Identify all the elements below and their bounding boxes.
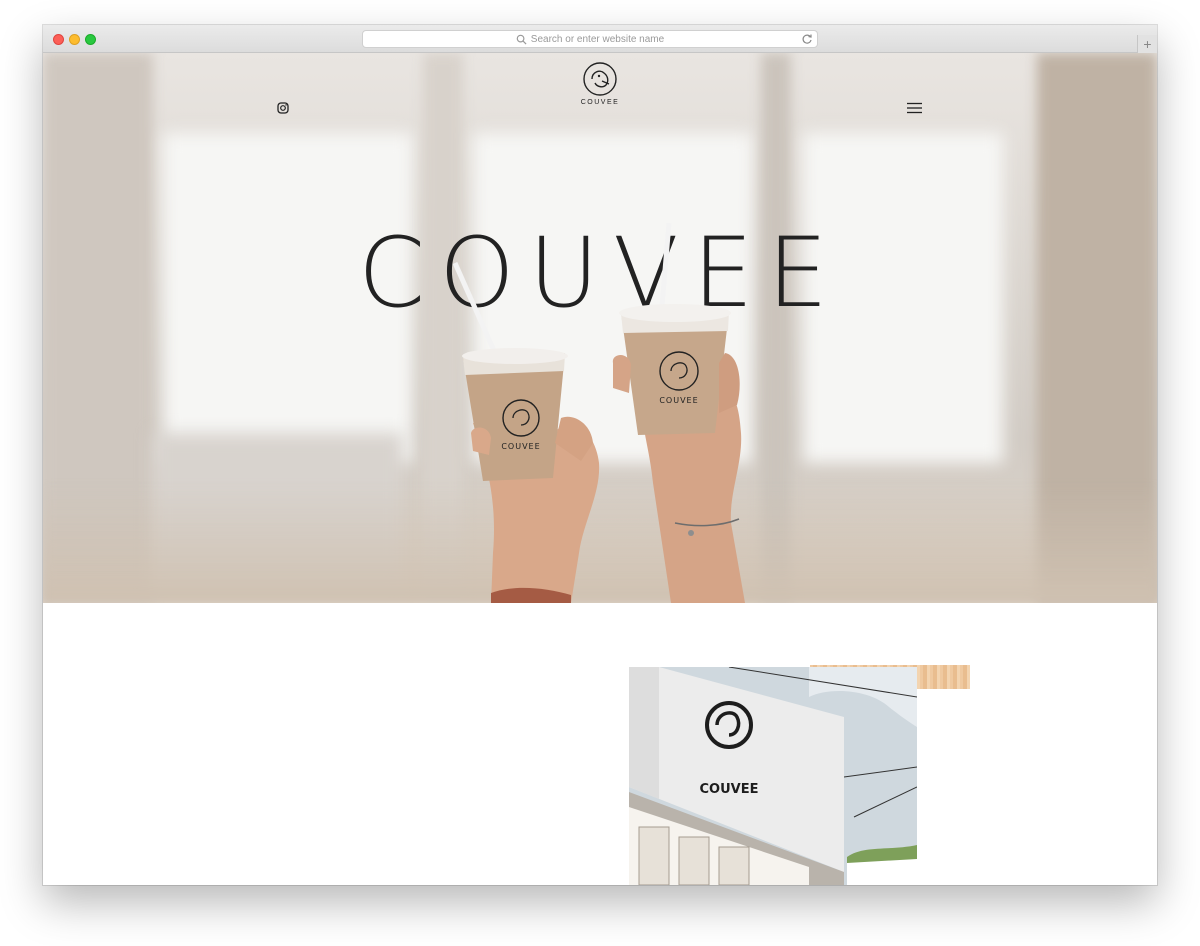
hamburger-menu-icon[interactable] — [907, 102, 922, 114]
hero-section: COUVEE COUVEE COUVEE COUVEE — [43, 53, 1157, 603]
reload-icon[interactable] — [801, 33, 813, 45]
instagram-icon[interactable] — [277, 102, 289, 114]
content-section: COUVEE — [43, 603, 1157, 885]
search-icon — [516, 34, 527, 45]
maximize-window-button[interactable] — [85, 34, 96, 45]
hands-with-coffee-cups-image: COUVEE COUVEE — [452, 222, 745, 603]
address-placeholder: Search or enter website name — [530, 33, 665, 45]
store-front-image: COUVEE — [629, 667, 917, 885]
left-cup-logo-text: COUVEE — [501, 442, 540, 451]
close-window-button[interactable] — [53, 34, 64, 45]
minimize-window-button[interactable] — [69, 34, 80, 45]
new-tab-button[interactable]: + — [1137, 35, 1157, 53]
address-bar[interactable]: Search or enter website name — [362, 30, 818, 48]
browser-window: Search or enter website name + COUVEE CO… — [43, 25, 1157, 885]
right-cup-logo-text: COUVEE — [659, 396, 698, 405]
header-logo[interactable]: COUVEE — [581, 61, 619, 109]
bird-logo-icon — [583, 62, 617, 96]
store-front-illustration: COUVEE — [629, 667, 917, 885]
store-sign-text: COUVEE — [700, 782, 759, 797]
header-logo-text: COUVEE — [580, 99, 620, 106]
browser-titlebar: Search or enter website name + — [43, 25, 1157, 53]
